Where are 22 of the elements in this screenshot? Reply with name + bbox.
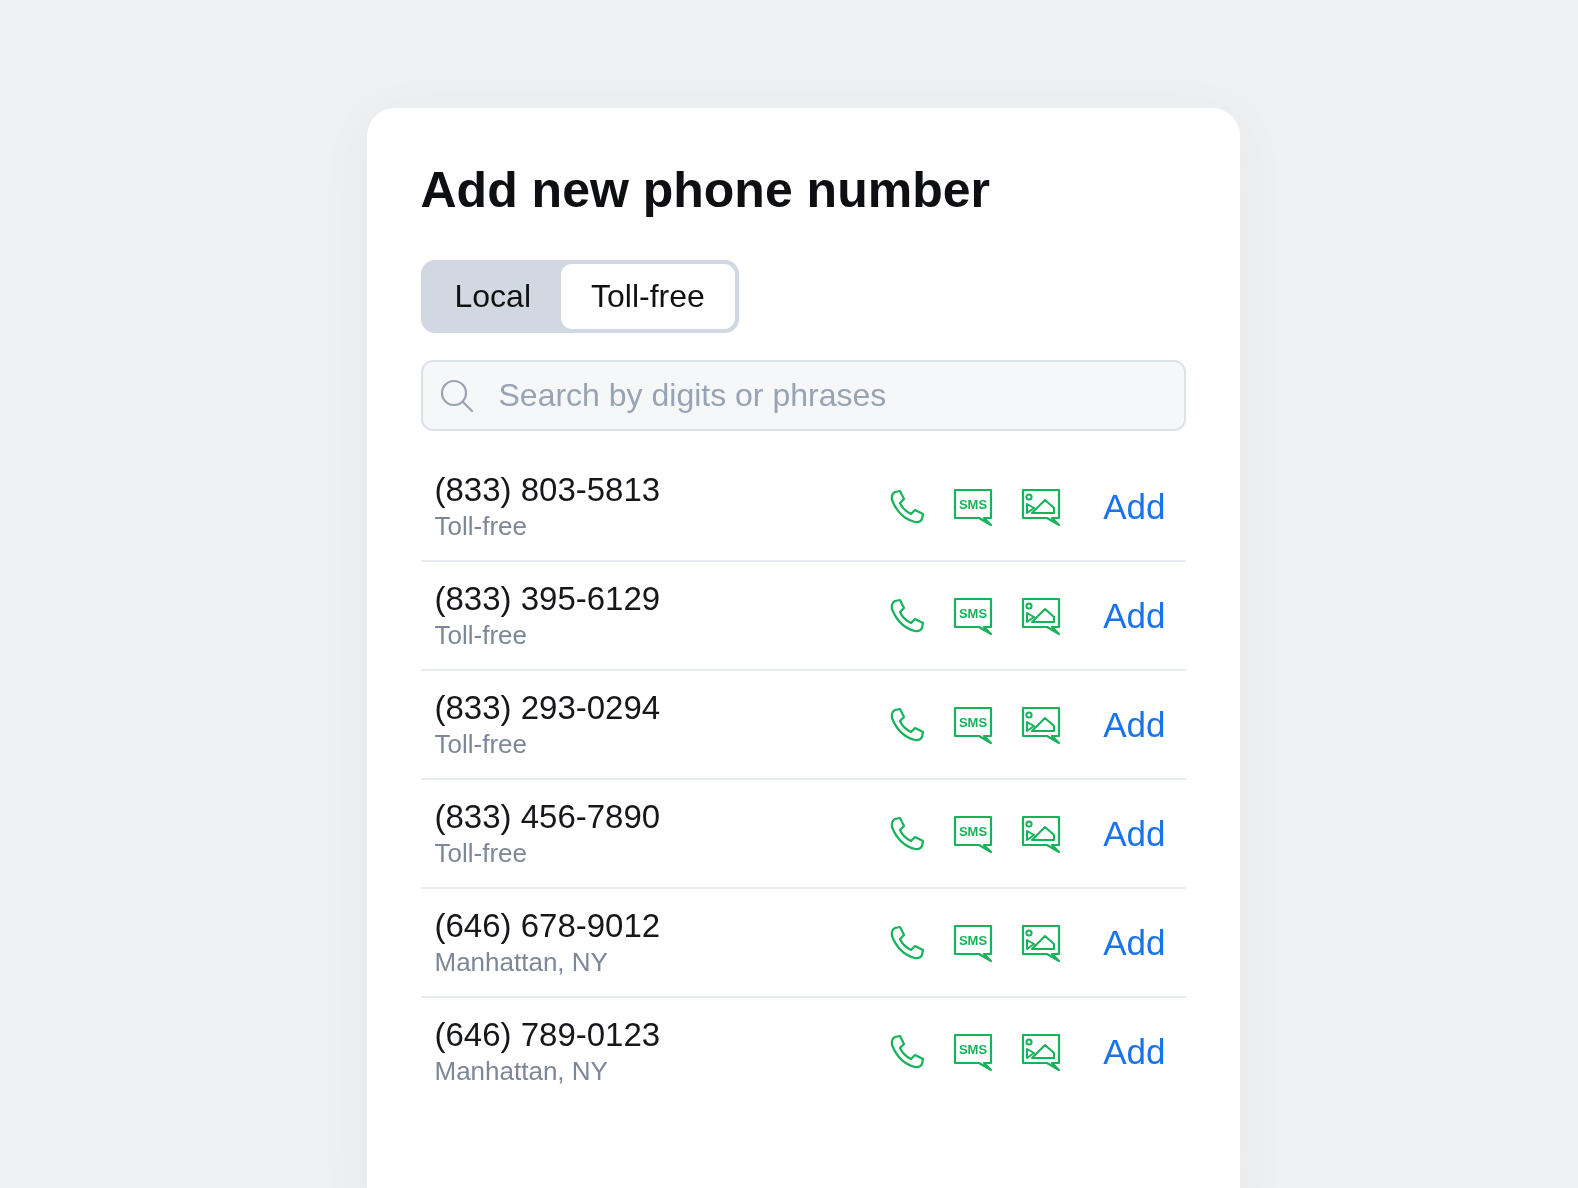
add-link[interactable]: Add: [1103, 486, 1166, 527]
number-type: Manhattan, NY: [434, 1055, 609, 1088]
tab[interactable]: Local: [424, 264, 561, 329]
add-link[interactable]: Add: [1103, 1031, 1166, 1072]
phone-number: (833) 456-7890: [434, 797, 662, 838]
phone-number: (646) 678-9012: [434, 906, 662, 947]
number-type: Toll-free: [434, 728, 528, 761]
add-link[interactable]: Add: [1103, 922, 1166, 963]
phone-number: (833) 395-6129: [434, 579, 662, 620]
dialog-title: Add new phone number: [420, 161, 991, 220]
add-link[interactable]: Add: [1103, 595, 1166, 636]
phone-number: (646) 789-0123: [434, 1015, 662, 1056]
number-type: Toll-free: [434, 510, 528, 543]
add-link[interactable]: Add: [1103, 813, 1166, 854]
add-link[interactable]: Add: [1103, 704, 1166, 745]
tab[interactable]: Toll-free: [561, 264, 735, 329]
number-type: Toll-free: [434, 837, 528, 870]
search-field[interactable]: Search by digits or phrases: [420, 360, 1186, 431]
phone-number: (833) 803-5813: [434, 470, 662, 511]
number-type: Manhattan, NY: [434, 946, 609, 979]
number-type: Toll-free: [434, 619, 528, 652]
phone-number: (833) 293-0294: [434, 688, 662, 729]
